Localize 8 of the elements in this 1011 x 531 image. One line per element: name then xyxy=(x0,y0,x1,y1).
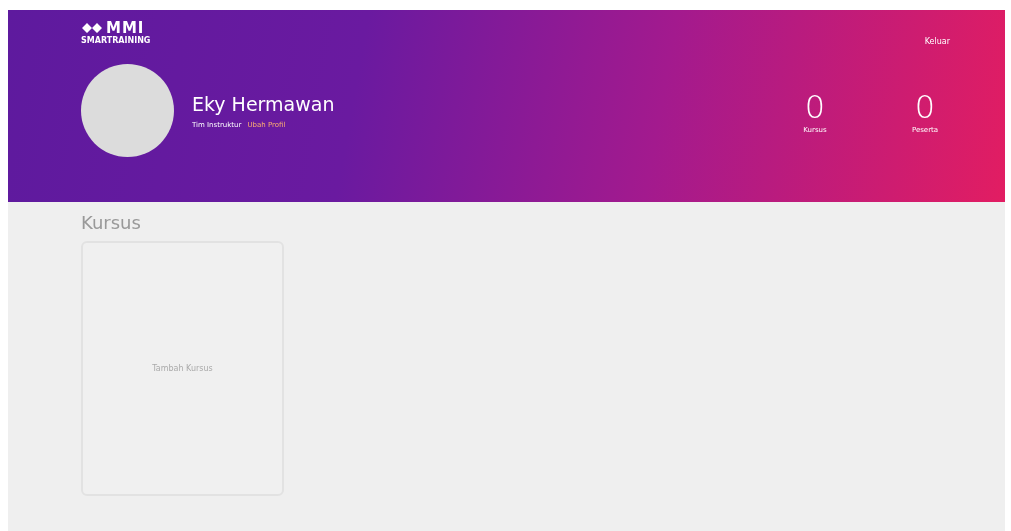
logo-icon xyxy=(81,22,103,34)
logout-link[interactable]: Keluar xyxy=(924,37,950,46)
logo-wordmark: MMI xyxy=(106,20,145,36)
user-name: Eky Hermawan xyxy=(192,92,336,115)
stat-value: 0 xyxy=(914,87,936,126)
logo-tagline: SMARTRAINING xyxy=(81,36,151,45)
stat-value: 0 xyxy=(804,87,826,126)
section-title: Kursus xyxy=(81,212,142,233)
